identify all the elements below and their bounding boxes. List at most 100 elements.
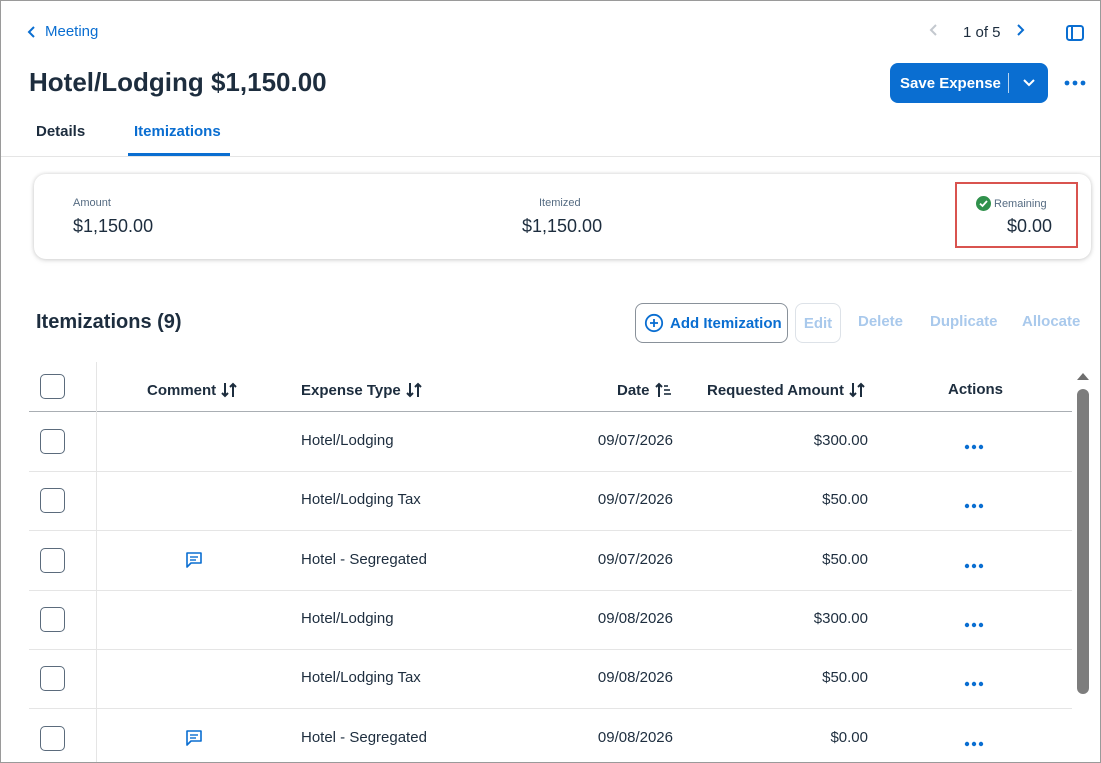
side-panel-toggle-button[interactable] bbox=[1065, 23, 1085, 43]
select-all-checkbox[interactable] bbox=[40, 374, 65, 399]
tab-bar: Details Itemizations bbox=[1, 111, 1100, 157]
more-horizontal-icon bbox=[1064, 80, 1086, 86]
row-actions-button[interactable] bbox=[964, 615, 984, 633]
row-actions-button[interactable] bbox=[964, 734, 984, 752]
active-tab-indicator bbox=[128, 153, 230, 156]
table-row[interactable]: Hotel/Lodging 09/07/2026 $300.00 bbox=[29, 412, 1072, 472]
sort-icon bbox=[406, 382, 422, 398]
row-checkbox[interactable] bbox=[40, 726, 65, 751]
record-pager: 1 of 5 bbox=[929, 23, 1035, 41]
row-checkbox[interactable] bbox=[40, 548, 65, 573]
expense-type-cell: Hotel/Lodging Tax bbox=[301, 491, 421, 508]
back-link-label: Meeting bbox=[45, 23, 99, 40]
row-actions-button[interactable] bbox=[964, 556, 984, 574]
itemized-value: $1,150.00 bbox=[522, 216, 603, 236]
remaining-highlight: Remaining $0.00 bbox=[955, 182, 1078, 248]
amount-cell: $50.00 bbox=[822, 491, 868, 508]
column-header-requested-amount[interactable]: Requested Amount bbox=[707, 381, 866, 399]
amount-cell: $300.00 bbox=[813, 610, 868, 627]
table-row[interactable]: Hotel - Segregated 09/08/2026 $0.00 bbox=[29, 709, 1072, 762]
scroll-up-arrow[interactable] bbox=[1076, 368, 1090, 386]
amount-cell: $0.00 bbox=[830, 729, 868, 746]
add-itemization-label: Add Itemization bbox=[670, 314, 782, 332]
table-row[interactable]: Hotel/Lodging 09/08/2026 $300.00 bbox=[29, 590, 1072, 650]
page-title: Hotel/Lodging $1,150.00 bbox=[29, 67, 327, 97]
allocate-button[interactable]: Allocate bbox=[1022, 313, 1080, 330]
chevron-down-icon bbox=[1022, 79, 1035, 87]
date-cell: 09/07/2026 bbox=[597, 432, 673, 449]
column-label: Comment bbox=[147, 381, 217, 399]
plus-circle-icon bbox=[644, 313, 664, 333]
column-header-actions: Actions bbox=[948, 381, 1003, 398]
next-record-button[interactable] bbox=[1015, 23, 1035, 41]
table-row[interactable]: Hotel/Lodging Tax 09/08/2026 $50.00 bbox=[29, 649, 1072, 709]
tab-details[interactable]: Details bbox=[36, 123, 85, 140]
remaining-label: Remaining bbox=[994, 198, 1047, 210]
expense-page: Meeting 1 of 5 Hotel/Lodging $1,150.00 S… bbox=[0, 0, 1101, 763]
triangle-up-icon bbox=[1077, 373, 1089, 380]
delete-button[interactable]: Delete bbox=[858, 313, 903, 330]
save-options-dropdown[interactable] bbox=[1009, 78, 1048, 88]
row-actions-button[interactable] bbox=[964, 437, 984, 455]
expense-type-cell: Hotel/Lodging bbox=[301, 610, 394, 627]
check-circle-icon bbox=[976, 196, 991, 216]
amount-label: Amount bbox=[73, 197, 111, 209]
column-header-expense-type[interactable]: Expense Type bbox=[301, 381, 423, 399]
column-header-comment[interactable]: Comment bbox=[147, 381, 238, 399]
itemization-summary-card: Amount $1,150.00 Itemized $1,150.00 Rema… bbox=[34, 174, 1091, 259]
previous-record-button[interactable] bbox=[929, 23, 949, 41]
chevron-right-icon bbox=[1016, 24, 1024, 36]
expense-type-cell: Hotel/Lodging bbox=[301, 432, 394, 449]
date-cell: 09/07/2026 bbox=[597, 491, 673, 508]
more-horizontal-icon bbox=[964, 503, 984, 509]
expense-type-cell: Hotel - Segregated bbox=[301, 551, 427, 568]
amount-value: $1,150.00 bbox=[73, 216, 154, 236]
more-horizontal-icon bbox=[964, 622, 984, 628]
date-cell: 09/08/2026 bbox=[597, 669, 673, 686]
sort-ascending-icon bbox=[654, 382, 671, 397]
panel-layout-icon bbox=[1066, 25, 1084, 41]
table-row[interactable]: Hotel - Segregated 09/07/2026 $50.00 bbox=[29, 531, 1072, 591]
column-label: Actions bbox=[948, 381, 1004, 398]
row-actions-button[interactable] bbox=[964, 674, 984, 692]
save-expense-button[interactable]: Save Expense bbox=[890, 75, 1008, 92]
itemized-label: Itemized bbox=[539, 197, 581, 209]
tab-itemizations[interactable]: Itemizations bbox=[134, 123, 221, 140]
amount-cell: $50.00 bbox=[822, 551, 868, 568]
row-checkbox[interactable] bbox=[40, 607, 65, 632]
row-checkbox[interactable] bbox=[40, 666, 65, 691]
table-row[interactable]: Hotel/Lodging Tax 09/07/2026 $50.00 bbox=[29, 471, 1072, 531]
column-label: Date bbox=[617, 381, 650, 399]
chevron-left-icon bbox=[27, 25, 35, 38]
amount-cell: $50.00 bbox=[822, 669, 868, 686]
row-checkbox[interactable] bbox=[40, 429, 65, 454]
comment-icon[interactable] bbox=[184, 550, 204, 575]
column-header-date[interactable]: Date bbox=[617, 381, 672, 399]
date-cell: 09/07/2026 bbox=[597, 551, 673, 568]
more-options-button[interactable] bbox=[1064, 73, 1086, 91]
column-label: Expense Type bbox=[301, 381, 401, 399]
save-expense-split-button: Save Expense bbox=[890, 63, 1048, 103]
expense-type-cell: Hotel/Lodging Tax bbox=[301, 669, 421, 686]
back-to-meeting-link[interactable]: Meeting bbox=[27, 23, 98, 40]
chevron-left-icon bbox=[929, 24, 937, 36]
row-actions-button[interactable] bbox=[964, 496, 984, 514]
more-horizontal-icon bbox=[964, 444, 984, 450]
expense-type-cell: Hotel - Segregated bbox=[301, 729, 427, 746]
amount-cell: $300.00 bbox=[813, 432, 868, 449]
add-itemization-button[interactable]: Add Itemization bbox=[635, 303, 788, 343]
column-label: Requested Amount bbox=[707, 381, 844, 399]
sort-icon bbox=[221, 382, 237, 398]
comment-icon[interactable] bbox=[184, 728, 204, 753]
edit-button[interactable]: Edit bbox=[795, 303, 841, 343]
date-cell: 09/08/2026 bbox=[597, 610, 673, 627]
more-horizontal-icon bbox=[964, 681, 984, 687]
sort-icon bbox=[849, 382, 865, 398]
duplicate-button[interactable]: Duplicate bbox=[930, 313, 998, 330]
row-checkbox[interactable] bbox=[40, 488, 65, 513]
more-horizontal-icon bbox=[964, 741, 984, 747]
more-horizontal-icon bbox=[964, 563, 984, 569]
vertical-scrollbar-thumb[interactable] bbox=[1077, 389, 1089, 694]
table-header: Comment Expense Type Date Requested Amou… bbox=[29, 362, 1072, 412]
itemizations-heading: Itemizations (9) bbox=[36, 311, 182, 333]
